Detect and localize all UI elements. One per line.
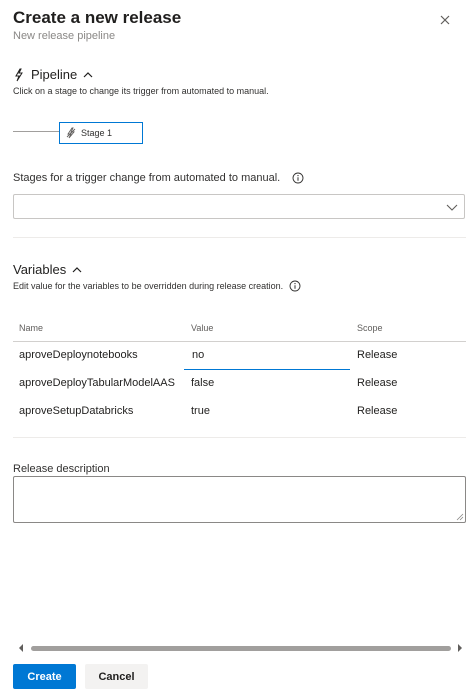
pipeline-description: Click on a stage to change its trigger f… bbox=[13, 86, 269, 96]
chevron-up-icon bbox=[83, 71, 93, 77]
info-icon[interactable] bbox=[289, 280, 301, 292]
trigger-field-label: Stages for a trigger change from automat… bbox=[13, 172, 281, 184]
variable-name: aproveDeploynotebooks bbox=[19, 349, 138, 361]
trigger-field-label-row: Stages for a trigger change from automat… bbox=[13, 172, 304, 184]
dialog-subtitle: New release pipeline bbox=[13, 30, 116, 42]
release-description-label: Release description bbox=[13, 463, 110, 475]
variable-value[interactable]: true bbox=[191, 405, 210, 417]
close-icon bbox=[440, 15, 450, 25]
stage-label: Stage 1 bbox=[81, 128, 113, 138]
variable-name: aproveDeployTabularModelAAS bbox=[19, 377, 175, 389]
variable-value-input[interactable]: no bbox=[184, 343, 350, 370]
lightning-icon bbox=[15, 68, 23, 81]
scrollbar-thumb[interactable] bbox=[31, 646, 451, 651]
variables-section-toggle[interactable]: Variables bbox=[13, 262, 83, 277]
pipeline-section-toggle[interactable]: Pipeline bbox=[13, 67, 94, 82]
pipeline-heading: Pipeline bbox=[31, 67, 78, 82]
variables-heading: Variables bbox=[13, 262, 67, 277]
section-divider bbox=[13, 437, 466, 438]
release-description-textarea[interactable] bbox=[13, 476, 466, 523]
variable-scope: Release bbox=[357, 349, 398, 361]
table-header-divider bbox=[13, 341, 466, 342]
chevron-up-icon bbox=[72, 266, 82, 272]
variable-scope: Release bbox=[357, 377, 398, 389]
variable-name: aproveSetupDatabricks bbox=[19, 405, 134, 417]
chevron-down-icon bbox=[446, 204, 458, 211]
trigger-stages-dropdown[interactable] bbox=[13, 194, 465, 219]
info-icon[interactable] bbox=[292, 172, 304, 184]
dialog-title: Create a new release bbox=[13, 8, 182, 27]
stage-card[interactable]: Stage 1 bbox=[59, 122, 143, 144]
stage-connector-line bbox=[13, 131, 59, 132]
column-header-value: Value bbox=[191, 323, 214, 333]
close-button[interactable] bbox=[436, 11, 454, 29]
scroll-right-icon[interactable] bbox=[456, 643, 464, 653]
variables-description-row: Edit value for the variables to be overr… bbox=[13, 280, 301, 292]
variable-value[interactable]: false bbox=[191, 377, 214, 389]
variable-value: no bbox=[192, 349, 205, 361]
lightning-manual-icon bbox=[66, 127, 76, 139]
create-button[interactable]: Create bbox=[13, 664, 76, 689]
section-divider bbox=[13, 237, 466, 238]
cancel-button[interactable]: Cancel bbox=[85, 664, 148, 689]
column-header-name: Name bbox=[19, 323, 44, 333]
scroll-left-icon[interactable] bbox=[17, 643, 25, 653]
column-header-scope: Scope bbox=[357, 323, 383, 333]
resize-handle-icon[interactable] bbox=[456, 513, 464, 521]
horizontal-scrollbar[interactable] bbox=[13, 643, 466, 653]
variable-scope: Release bbox=[357, 405, 398, 417]
variables-description: Edit value for the variables to be overr… bbox=[13, 281, 284, 291]
